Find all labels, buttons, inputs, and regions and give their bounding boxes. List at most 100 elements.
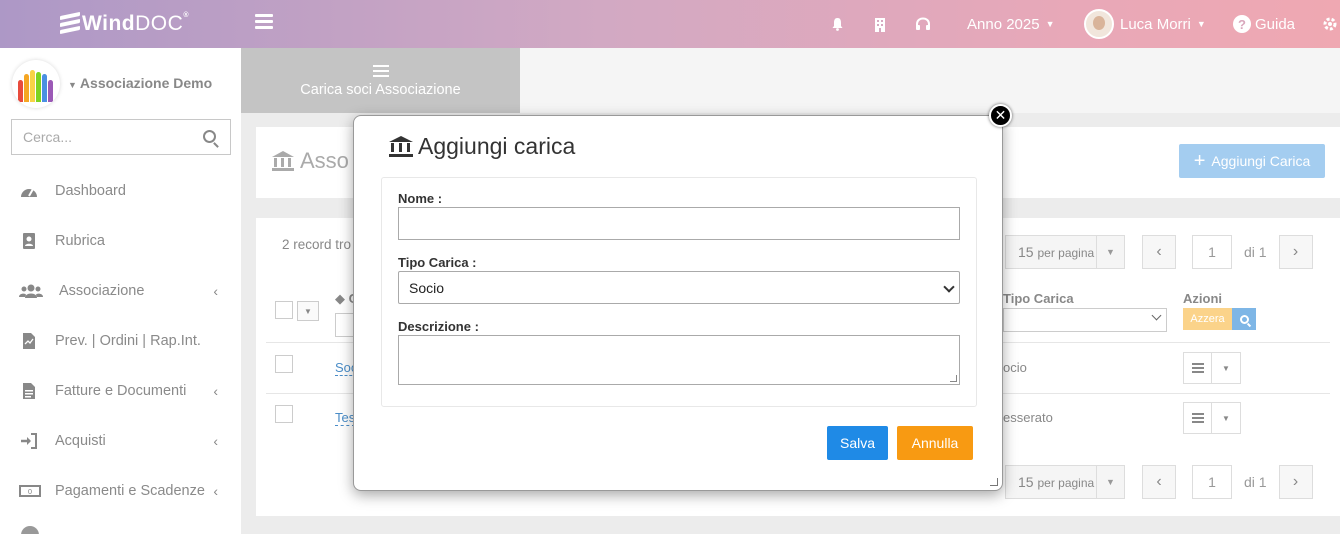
save-button[interactable]: Salva xyxy=(827,426,888,460)
resize-handle[interactable] xyxy=(990,478,998,486)
records-count: 2 record tro xyxy=(282,237,352,252)
user-menu[interactable]: Luca Morri ▼ xyxy=(1084,0,1206,48)
nome-label: Nome : xyxy=(398,191,443,206)
page-title: Asso xyxy=(272,148,349,174)
add-carica-button[interactable]: + Aggiungi Carica xyxy=(1179,144,1325,178)
year-label: Anno 2025 xyxy=(967,15,1040,33)
user-name: Luca Morri xyxy=(1120,15,1191,33)
per-page-suffix: per pagina xyxy=(1037,246,1095,260)
descrizione-label: Descrizione : xyxy=(398,319,479,334)
sidebar-item-associazione[interactable]: Associazione ‹ xyxy=(0,266,241,316)
sidebar-item-label: Fatture e Documenti xyxy=(55,383,187,399)
search-input[interactable] xyxy=(12,120,192,154)
tab-strip xyxy=(520,48,1340,113)
dashboard-icon xyxy=(19,182,39,200)
form-panel: Nome : Tipo Carica : Socio Descrizione : xyxy=(381,177,977,407)
select-dropdown[interactable]: ▼ xyxy=(297,301,319,321)
caret-down-icon: ▼ xyxy=(1096,236,1124,268)
descrizione-textarea[interactable] xyxy=(398,335,960,385)
sidebar-item-pagamenti[interactable]: 0 Pagamenti e Scadenze ‹ xyxy=(0,466,241,516)
sidebar-item-fatture[interactable]: Fatture e Documenti ‹ xyxy=(0,366,241,416)
page-title-text: Asso xyxy=(300,148,349,173)
menu-icon xyxy=(372,65,389,77)
page-number-input[interactable]: 1 xyxy=(1192,235,1232,269)
sidebar-item-label: Associazione xyxy=(59,283,145,299)
next-page-button[interactable]: › xyxy=(1278,235,1313,269)
per-page-suffix: per pagina xyxy=(1037,476,1095,490)
add-carica-label: Aggiungi Carica xyxy=(1211,153,1311,169)
row-actions[interactable]: ▼ xyxy=(1183,402,1241,434)
chevron-left-icon: ‹ xyxy=(213,483,218,499)
close-symbol: ✕ xyxy=(994,107,1007,124)
sidebar-item-dashboard[interactable]: Dashboard xyxy=(0,166,241,216)
filter-select-tipo-carica[interactable] xyxy=(1003,308,1167,332)
sidebar-search xyxy=(11,119,231,155)
row-checkbox[interactable] xyxy=(275,405,293,423)
headset-icon[interactable] xyxy=(915,0,931,48)
money-icon: 0 xyxy=(19,482,41,500)
building-icon[interactable] xyxy=(874,0,886,48)
sidebar-item-preventivi[interactable]: Prev. | Ordini | Rap.Int. xyxy=(0,316,241,366)
row-checkbox[interactable] xyxy=(275,355,293,373)
list-icon[interactable] xyxy=(1184,353,1212,383)
sidebar-item-label: Dashboard xyxy=(55,183,126,199)
shield-icon xyxy=(21,526,39,534)
chevron-left-icon: ‹ xyxy=(213,433,218,449)
plus-icon: + xyxy=(1193,149,1206,172)
file-icon xyxy=(19,382,39,400)
caret-down-icon[interactable]: ▼ xyxy=(1212,353,1240,383)
tipo-carica-select[interactable]: Socio xyxy=(398,271,960,304)
page-current: 1 xyxy=(1208,474,1216,490)
page-total: di 1 xyxy=(1244,474,1267,490)
caret-down-icon[interactable]: ▼ xyxy=(1212,403,1240,433)
next-page-button[interactable]: › xyxy=(1278,465,1313,499)
page-number-input[interactable]: 1 xyxy=(1192,465,1232,499)
bank-icon xyxy=(272,151,294,171)
per-page-select[interactable]: 15 per pagina ▼ xyxy=(1005,235,1125,269)
menu-icon[interactable] xyxy=(255,14,273,30)
year-selector[interactable]: Anno 2025 ▼ xyxy=(967,0,1055,48)
tab-carica-soci[interactable]: Carica soci Associazione xyxy=(241,48,520,113)
chevron-down-icon xyxy=(1151,310,1162,321)
chevron-down-icon xyxy=(943,281,955,293)
svg-text:0: 0 xyxy=(28,488,32,496)
list-icon[interactable] xyxy=(1184,403,1212,433)
bell-icon[interactable] xyxy=(831,0,844,48)
gear-icon[interactable] xyxy=(1322,0,1340,48)
prev-page-button[interactable]: ‹ xyxy=(1142,235,1176,269)
sidebar-item-acquisti[interactable]: Acquisti ‹ xyxy=(0,416,241,466)
chevron-left-icon: ‹ xyxy=(213,383,218,399)
dialog-title: Aggiungi carica xyxy=(389,133,575,160)
per-page-select[interactable]: 15 per pagina ▼ xyxy=(1005,465,1125,499)
reset-filters-button[interactable]: Azzera xyxy=(1183,308,1232,330)
column-header-tipo-carica[interactable]: Tipo Carica xyxy=(1003,291,1074,306)
caret-down-icon: ▼ xyxy=(1096,466,1124,498)
help-label: Guida xyxy=(1255,15,1296,33)
tipo-carica-label: Tipo Carica : xyxy=(398,255,477,270)
caret-down-icon: ▼ xyxy=(68,80,77,90)
nome-input[interactable] xyxy=(398,207,960,240)
row-tipo-carica: ocio xyxy=(1003,360,1027,375)
page-current: 1 xyxy=(1208,244,1216,260)
help-icon: ? xyxy=(1233,15,1251,33)
cancel-button[interactable]: Annulla xyxy=(897,426,973,460)
sidebar-item-rubrica[interactable]: Rubrica xyxy=(0,216,241,266)
document-icon xyxy=(19,332,39,350)
prev-page-button[interactable]: ‹ xyxy=(1142,465,1176,499)
close-icon[interactable]: ✕ xyxy=(989,104,1012,127)
sidebar-item-label: Acquisti xyxy=(55,433,106,449)
app-logo[interactable]: WindDOC® xyxy=(58,8,189,40)
column-header-azioni: Azioni xyxy=(1183,291,1222,306)
search-icon[interactable] xyxy=(203,130,216,143)
bank-icon xyxy=(389,136,413,157)
avatar xyxy=(1084,9,1114,39)
help-button[interactable]: ? Guida xyxy=(1233,0,1295,48)
search-button[interactable] xyxy=(1232,308,1256,330)
address-book-icon xyxy=(19,232,39,250)
sidebar-item-label: Rubrica xyxy=(55,233,105,249)
org-selector[interactable]: ▼ Associazione Demo xyxy=(68,75,212,91)
row-actions[interactable]: ▼ xyxy=(1183,352,1241,384)
filter-input-nome[interactable] xyxy=(335,313,355,337)
tipo-carica-value: Socio xyxy=(409,279,445,296)
select-all-checkbox[interactable] xyxy=(275,301,293,319)
